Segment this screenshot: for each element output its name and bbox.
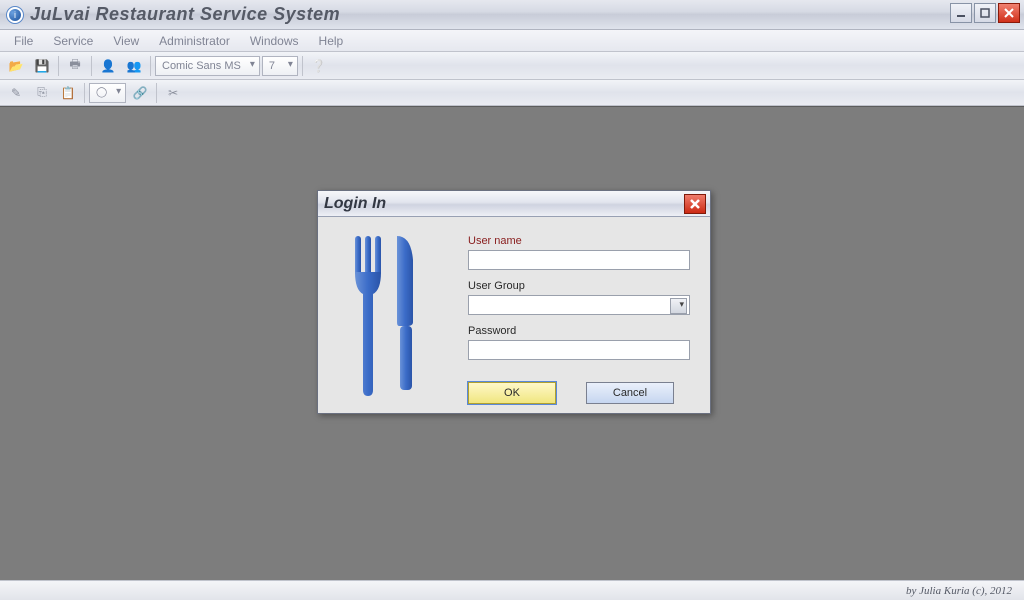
dialog-title: Login In xyxy=(324,195,386,213)
toolbar-separator xyxy=(150,56,151,76)
toolbar-help-button[interactable]: ❔ xyxy=(307,55,331,77)
dialog-body: User name User Group Password OK Cancel xyxy=(318,217,710,413)
password-input[interactable] xyxy=(468,340,690,360)
toolbar-print-button[interactable]: 🖶 xyxy=(63,55,87,77)
edit-icon: ✎ xyxy=(11,86,21,100)
toolbar-separator xyxy=(156,83,157,103)
usergroup-label: User Group xyxy=(468,280,690,292)
font-size-combo[interactable]: 7 xyxy=(262,56,298,76)
username-row: User name xyxy=(468,235,690,270)
dialog-button-row: OK Cancel xyxy=(468,382,690,404)
toolbar-users-button[interactable]: 👥 xyxy=(122,55,146,77)
toolbar-link-button[interactable]: 🔗 xyxy=(128,82,152,104)
font-name-value: Comic Sans MS xyxy=(162,60,241,72)
open-icon: 📂 xyxy=(9,59,24,73)
font-size-value: 7 xyxy=(269,60,275,72)
app-icon: i xyxy=(6,6,24,24)
link-icon: 🔗 xyxy=(133,86,148,100)
toolbar-tool-button[interactable]: ✂ xyxy=(161,82,185,104)
username-label: User name xyxy=(468,235,690,247)
toolbar-open-button[interactable]: 📂 xyxy=(4,55,28,77)
ok-button[interactable]: OK xyxy=(468,382,556,404)
login-dialog: Login In xyxy=(317,190,711,414)
copy-icon: ⎘ xyxy=(37,85,47,100)
password-row: Password xyxy=(468,325,690,360)
toolbar-secondary: ✎ ⎘ 📋 ◯ 🔗 ✂ xyxy=(0,80,1024,106)
menu-bar: File Service View Administrator Windows … xyxy=(0,30,1024,52)
close-icon xyxy=(689,198,701,210)
menu-file[interactable]: File xyxy=(6,32,41,50)
username-input[interactable] xyxy=(468,250,690,270)
toolbar-separator xyxy=(302,56,303,76)
password-label: Password xyxy=(468,325,690,337)
menu-service[interactable]: Service xyxy=(45,32,101,50)
dialog-close-button[interactable] xyxy=(684,194,706,214)
app-icon-inner: i xyxy=(9,9,21,21)
maximize-button[interactable] xyxy=(974,3,996,23)
toolbar-paste-button[interactable]: 📋 xyxy=(56,82,80,104)
toolbar-copy-button[interactable]: ⎘ xyxy=(30,82,54,104)
tool-icon: ✂ xyxy=(168,86,178,100)
menu-help[interactable]: Help xyxy=(311,32,352,50)
help-icon: ❔ xyxy=(311,59,326,73)
close-button[interactable] xyxy=(998,3,1020,23)
font-name-combo[interactable]: Comic Sans MS xyxy=(155,56,260,76)
cancel-label: Cancel xyxy=(613,387,647,399)
toolbar-separator xyxy=(58,56,59,76)
minimize-icon xyxy=(956,8,966,18)
status-credit: by Julia Kuria (c), 2012 xyxy=(906,585,1012,597)
status-bar: by Julia Kuria (c), 2012 xyxy=(0,580,1024,600)
usergroup-select[interactable] xyxy=(468,295,690,315)
usergroup-row: User Group xyxy=(468,280,690,315)
toolbar-primary: 📂 💾 🖶 👤 👥 Comic Sans MS 7 ❔ xyxy=(0,52,1024,80)
toolbar-user-button[interactable]: 👤 xyxy=(96,55,120,77)
users-icon: 👥 xyxy=(127,59,142,73)
menu-administrator[interactable]: Administrator xyxy=(151,32,238,50)
fork-knife-icon xyxy=(343,230,433,400)
dialog-form: User name User Group Password OK Cancel xyxy=(458,217,710,413)
minimize-button[interactable] xyxy=(950,3,972,23)
dialog-image xyxy=(318,217,458,413)
dialog-title-bar[interactable]: Login In xyxy=(318,191,710,217)
window-controls xyxy=(950,3,1020,23)
save-icon: 💾 xyxy=(35,59,50,73)
toolbar-separator xyxy=(84,83,85,103)
maximize-icon xyxy=(980,8,990,18)
misc-icon: ◯ xyxy=(96,87,107,98)
print-icon: 🖶 xyxy=(69,55,80,76)
close-icon xyxy=(1004,8,1014,18)
cancel-button[interactable]: Cancel xyxy=(586,382,674,404)
toolbar-edit-button[interactable]: ✎ xyxy=(4,82,28,104)
toolbar-misc-combo[interactable]: ◯ xyxy=(89,83,126,103)
menu-windows[interactable]: Windows xyxy=(242,32,307,50)
window-title: JuLvai Restaurant Service System xyxy=(30,4,340,25)
user-icon: 👤 xyxy=(101,59,116,73)
toolbar-separator xyxy=(91,56,92,76)
ok-label: OK xyxy=(504,387,520,399)
toolbar-save-button[interactable]: 💾 xyxy=(30,55,54,77)
menu-view[interactable]: View xyxy=(105,32,147,50)
paste-icon: 📋 xyxy=(61,86,76,100)
title-bar: i JuLvai Restaurant Service System xyxy=(0,0,1024,30)
